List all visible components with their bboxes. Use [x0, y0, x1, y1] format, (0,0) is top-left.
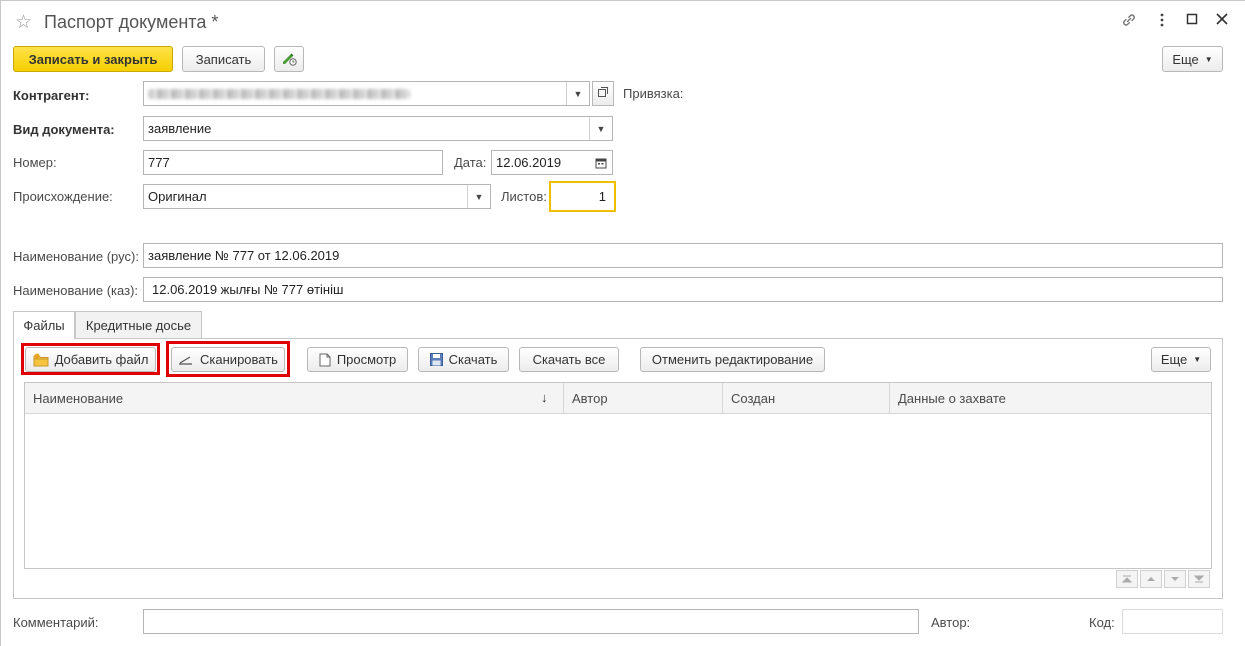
- calendar-icon[interactable]: [590, 151, 612, 174]
- add-file-highlight: [21, 343, 160, 375]
- save-button[interactable]: Записать: [182, 46, 265, 72]
- scroll-up-icon[interactable]: [1140, 570, 1162, 588]
- cancel-edit-label: Отменить редактирование: [651, 352, 814, 367]
- code-field: [1122, 609, 1223, 634]
- column-header-name[interactable]: Наименование: [25, 383, 563, 414]
- code-label: Код:: [1089, 615, 1115, 630]
- scroll-bottom-icon[interactable]: [1188, 570, 1210, 588]
- date-value: 12.06.2019: [496, 155, 562, 170]
- window-title: Паспорт документа *: [44, 12, 219, 32]
- chevron-down-icon: ▼: [1193, 355, 1202, 364]
- files-more-button[interactable]: Еще ▼: [1151, 347, 1211, 372]
- download-all-label: Скачать все: [532, 352, 606, 367]
- origin-field[interactable]: Оригинал ▼: [143, 184, 491, 209]
- sheets-label: Листов:: [501, 189, 547, 204]
- save-label: Записать: [195, 51, 252, 67]
- sort-arrow-icon[interactable]: ↓: [541, 390, 548, 405]
- origin-label: Происхождение:: [13, 189, 113, 204]
- save-and-close-label: Записать и закрыть: [28, 51, 158, 67]
- name-ru-label: Наименование (рус):: [13, 249, 139, 264]
- open-counterparty-button[interactable]: [592, 81, 614, 106]
- sheets-value: 1: [598, 189, 606, 204]
- counterparty-value-redacted: [148, 88, 410, 99]
- save-disk-icon: [429, 353, 443, 366]
- tab-files[interactable]: Файлы: [13, 311, 75, 339]
- chevron-down-icon[interactable]: ▼: [589, 117, 612, 140]
- scroll-down-icon[interactable]: [1164, 570, 1186, 588]
- tab-credit-files[interactable]: Кредитные досье: [75, 311, 202, 338]
- view-button[interactable]: Просмотр: [307, 347, 408, 372]
- files-table[interactable]: Наименование ↓ Автор Создан Данные о зах…: [24, 382, 1212, 569]
- edit-button[interactable]: [274, 46, 304, 72]
- tab-files-label: Файлы: [23, 318, 65, 333]
- column-header-capture-data[interactable]: Данные о захвате: [890, 383, 1210, 414]
- open-window-icon: [597, 86, 609, 101]
- table-header: Наименование ↓ Автор Создан Данные о зах…: [25, 383, 1211, 414]
- maximize-icon[interactable]: [1181, 12, 1203, 31]
- tab-credit-files-label: Кредитные досье: [85, 317, 192, 333]
- download-label: Скачать: [448, 352, 498, 367]
- comment-label: Комментарий:: [13, 615, 99, 630]
- chevron-down-icon: ▼: [1204, 54, 1213, 64]
- pencil-clock-icon: [280, 49, 298, 70]
- chevron-down-icon[interactable]: ▼: [467, 185, 490, 208]
- files-more-label: Еще: [1160, 352, 1188, 367]
- counterparty-label: Контрагент:: [13, 88, 90, 103]
- number-field[interactable]: 777: [143, 150, 443, 175]
- author-label: Автор:: [931, 615, 971, 630]
- name-kz-value: 12.06.2019 жылғы № 777 өтініш: [152, 282, 344, 297]
- binding-label: Привязка:: [623, 86, 684, 101]
- view-label: Просмотр: [336, 352, 397, 367]
- column-header-created[interactable]: Создан: [723, 383, 889, 414]
- counterparty-field[interactable]: ▼: [143, 81, 590, 106]
- chevron-down-icon[interactable]: ▼: [566, 82, 589, 105]
- name-kz-field[interactable]: 12.06.2019 жылғы № 777 өтініш: [143, 277, 1223, 302]
- download-all-button[interactable]: Скачать все: [519, 347, 619, 372]
- date-label: Дата:: [454, 155, 487, 170]
- doc-type-field[interactable]: заявление ▼: [143, 116, 613, 141]
- name-ru-value: заявление № 777 от 12.06.2019: [148, 248, 340, 263]
- date-field[interactable]: 12.06.2019: [491, 150, 613, 175]
- scan-highlight: [166, 341, 290, 377]
- number-label: Номер:: [13, 155, 57, 170]
- link-icon[interactable]: [1118, 12, 1140, 33]
- number-value: 777: [148, 155, 170, 170]
- close-icon[interactable]: [1211, 12, 1233, 31]
- favorite-star-icon[interactable]: ☆: [15, 11, 32, 34]
- column-header-author[interactable]: Автор: [564, 383, 722, 414]
- download-button[interactable]: Скачать: [418, 347, 509, 372]
- name-ru-field[interactable]: заявление № 777 от 12.06.2019: [143, 243, 1223, 268]
- doc-type-value: заявление: [148, 121, 212, 136]
- more-label: Еще: [1172, 51, 1199, 67]
- scroll-top-icon[interactable]: [1116, 570, 1138, 588]
- comment-field[interactable]: [143, 609, 919, 634]
- doc-type-label: Вид документа:: [13, 122, 115, 137]
- save-and-close-button[interactable]: Записать и закрыть: [13, 46, 173, 72]
- sheets-field[interactable]: 1: [549, 181, 616, 212]
- document-icon: [319, 353, 331, 367]
- more-vert-icon[interactable]: [1151, 12, 1173, 33]
- origin-value: Оригинал: [148, 189, 207, 204]
- more-button[interactable]: Еще ▼: [1162, 46, 1223, 72]
- name-kz-label: Наименование (каз):: [13, 283, 139, 298]
- cancel-edit-button[interactable]: Отменить редактирование: [640, 347, 825, 372]
